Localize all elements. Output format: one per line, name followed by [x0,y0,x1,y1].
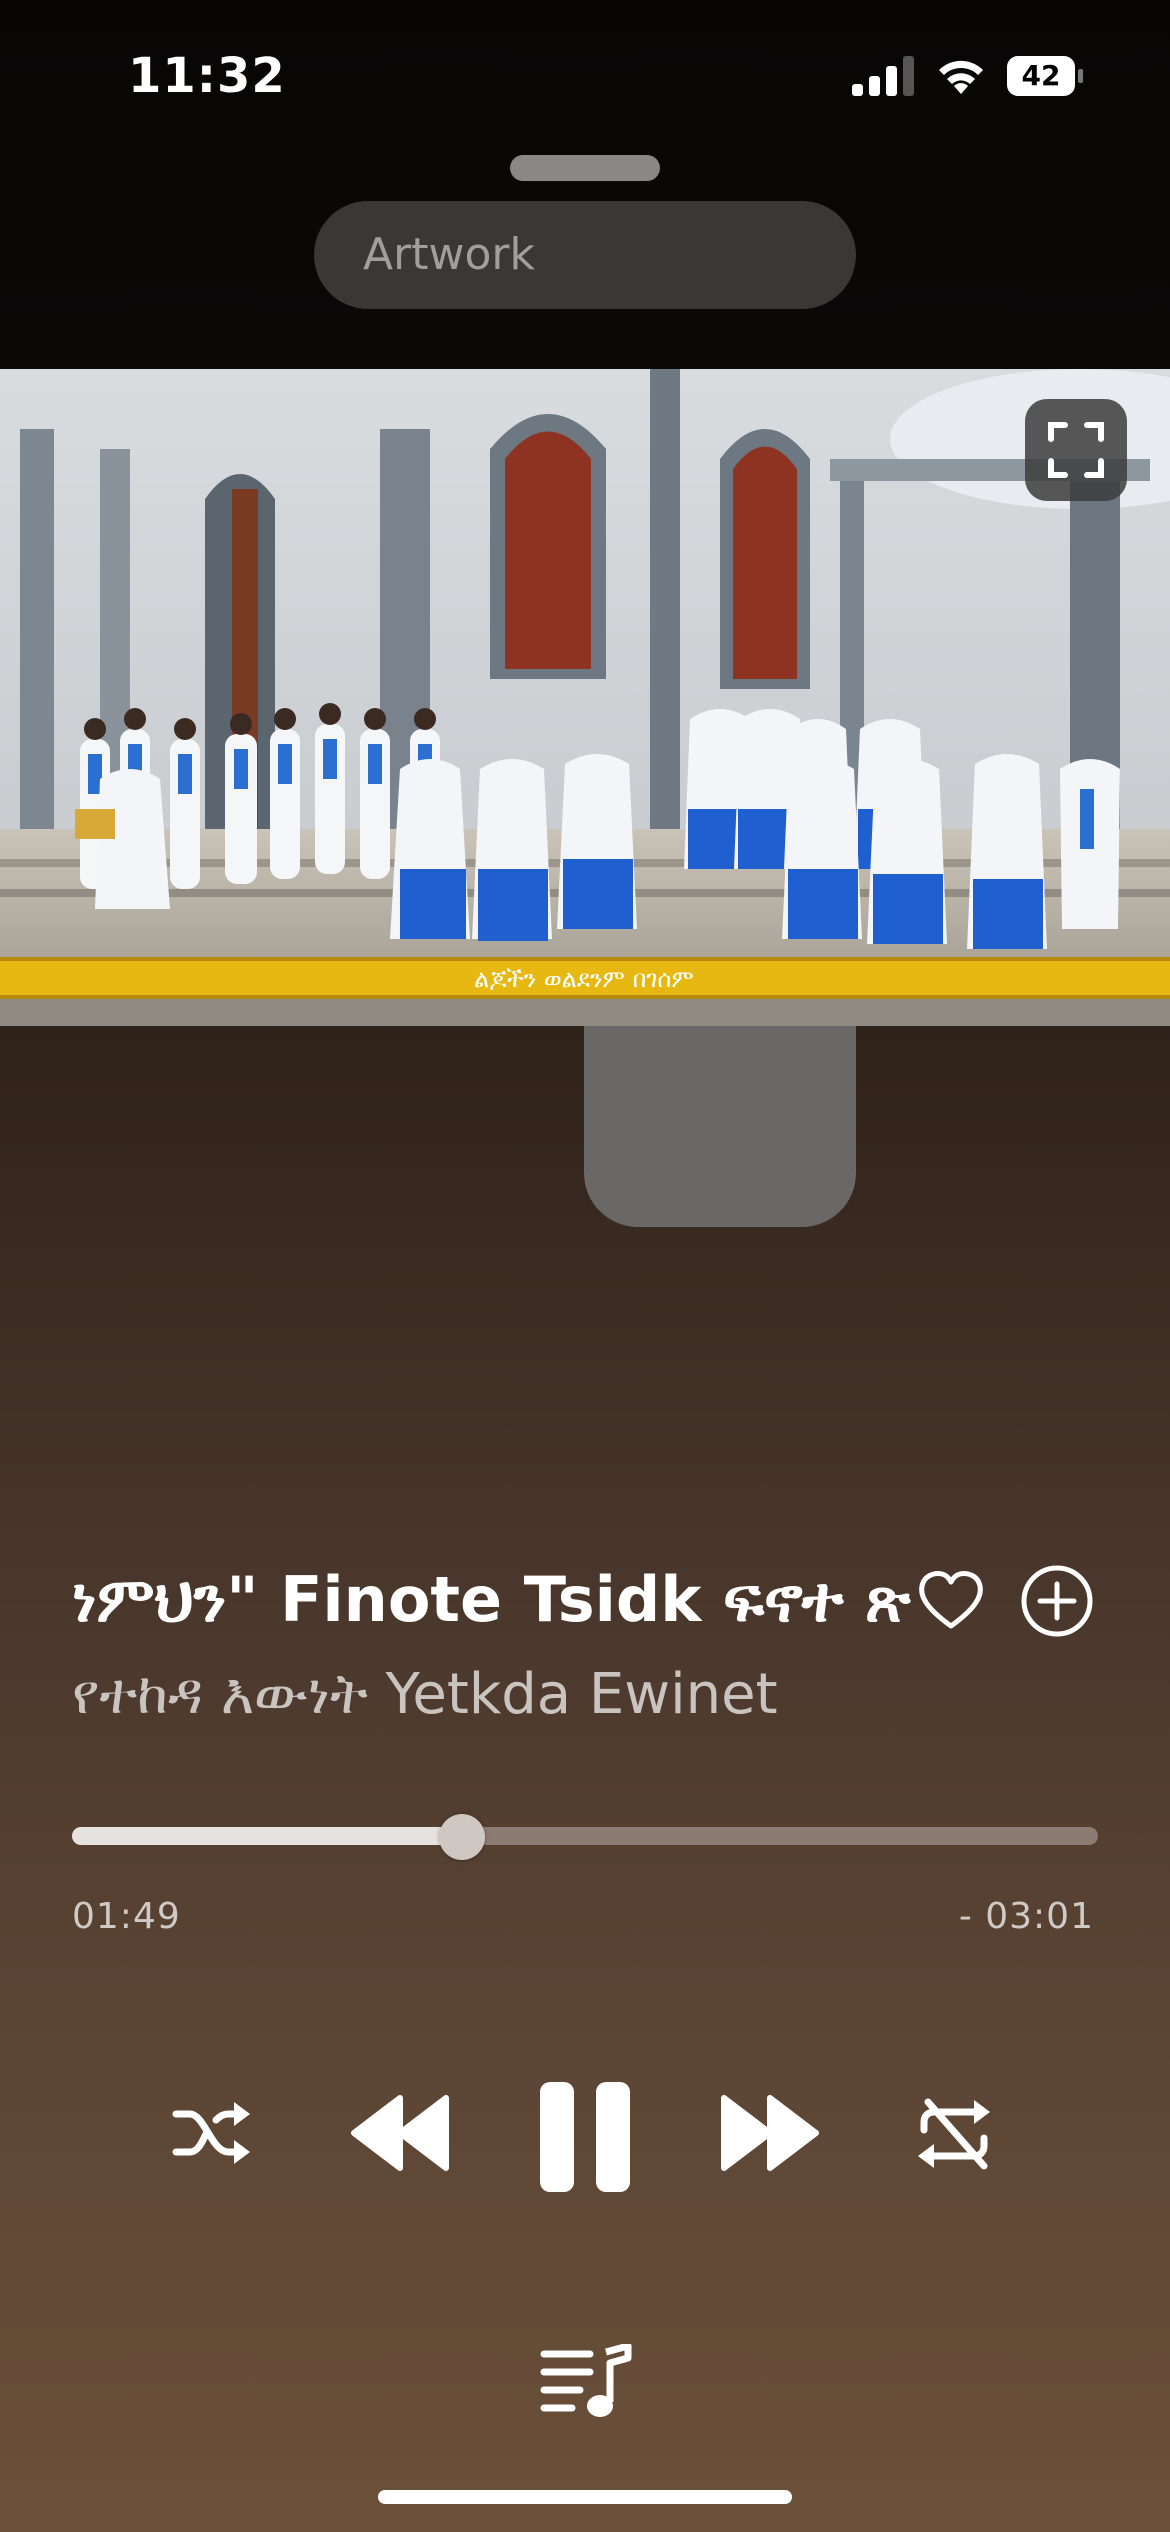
video-caption: ልጆችን ወልደንም በገሰም [474,965,694,993]
add-circle-icon[interactable] [1020,1564,1094,1638]
artist-name[interactable]: የተከዳ እውነት Yetkda Ewinet [72,1660,972,1730]
heart-icon[interactable] [916,1566,986,1636]
video-frame: ልጆችን ወልደንም በገሰም [0,369,1170,1026]
tab-artwork[interactable]: Artwork [314,201,584,309]
fullscreen-icon [1048,422,1104,478]
playback-progress [72,1827,462,1845]
elapsed-time: 01:49 [72,1896,181,1937]
fast-forward-icon[interactable] [720,2090,820,2176]
battery-level: 42 [1007,56,1075,96]
rewind-icon[interactable] [350,2090,450,2176]
shuffle-icon[interactable] [172,2098,252,2168]
status-time: 11:32 [128,48,286,104]
wifi-icon [939,60,983,94]
cellular-signal-icon [852,56,914,96]
status-bar: 11:32 42 [0,0,1170,150]
playback-scrubber[interactable] [72,1827,1098,1845]
pause-icon[interactable] [538,2082,632,2192]
battery-icon: 42 [1007,56,1085,96]
song-title: ነምህን" Finote Tsidk ፍኖተ ጽ [72,1563,911,1636]
repeat-off-icon[interactable] [914,2096,994,2172]
fullscreen-button[interactable] [1025,399,1127,501]
scrubber-thumb[interactable] [438,1814,485,1860]
home-indicator[interactable] [378,2490,792,2504]
queue-icon[interactable] [540,2344,632,2420]
sheet-grabber[interactable] [510,155,660,181]
music-video-player[interactable]: ልጆችን ወልደንም በገሰም [0,369,1170,1026]
artwork-video-toggle[interactable]: Artwork Video [314,201,856,1227]
remaining-time: - 03:01 [958,1896,1094,1937]
